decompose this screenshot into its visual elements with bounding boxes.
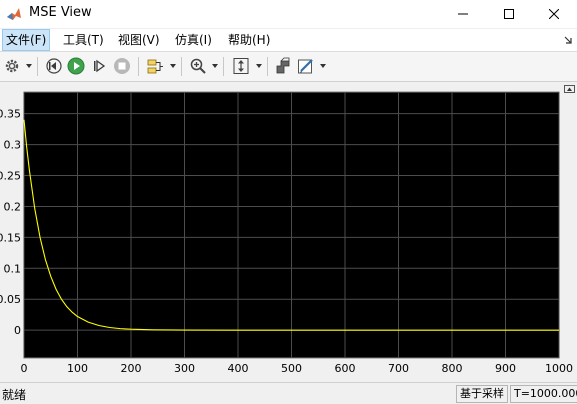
title-bar: MSE View [0,0,577,28]
matlab-logo-icon [7,8,21,20]
status-bar: 就绪 基于采样 T=1000.000 [0,382,577,404]
step-back-button[interactable] [44,56,64,76]
x-tick-label: 400 [228,362,249,375]
toolbar-separator [223,57,224,76]
scope-display: 0 100 200 300 400 500 600 700 800 900 1000 0 0.05 0.1… [0,82,577,382]
sample-mode: 基于采样 [456,385,508,403]
settings-button[interactable] [2,56,22,76]
toolbar [0,52,577,82]
run-icon [67,57,85,75]
x-tick-label: 500 [281,362,302,375]
x-tick-label: 700 [388,362,409,375]
maximize-button[interactable] [486,0,532,28]
y-tick-label: 0.25 [0,170,21,183]
y-tick-label: 0.35 [0,108,21,121]
close-button[interactable] [531,0,577,28]
close-icon [549,9,559,19]
autoscale-dropdown-icon[interactable] [255,62,263,70]
step-forward-icon [94,59,106,73]
step-back-icon [46,58,62,74]
menu-file[interactable]: 文件(F) [2,29,51,51]
minimize-icon [458,13,468,15]
style-dropdown-icon[interactable] [319,62,327,70]
x-tick-label: 200 [121,362,142,375]
y-tick-label: 0.1 [4,262,22,275]
x-tick-label: 300 [174,362,195,375]
step-forward-button[interactable] [89,56,109,76]
style-button[interactable] [296,56,316,76]
x-tick-label: 0 [21,362,28,375]
style-icon [298,59,313,74]
toolbar-separator [37,57,38,76]
x-tick-label: 100 [67,362,88,375]
signal-selector-icon [147,59,163,74]
mse-chart[interactable]: 0 100 200 300 400 500 600 700 800 900 1000 0 0.05 0.1… [0,82,577,382]
zoom-in-icon [190,58,206,74]
undock-icon[interactable] [564,85,575,93]
y-tick-label: 0.2 [4,200,22,213]
autoscale-icon [233,58,249,74]
menu-collapse-icon[interactable] [564,35,573,44]
settings-icon [5,59,19,73]
settings-dropdown-icon[interactable] [25,62,33,70]
toolbar-separator [181,57,182,76]
signal-selector-dropdown-icon[interactable] [169,62,177,70]
stop-icon [114,58,130,74]
menu-simulation[interactable]: 仿真(I) [172,29,215,51]
x-tick-label: 600 [335,362,356,375]
zoom-dropdown-icon[interactable] [211,62,219,70]
x-tick-label: 1000 [545,362,573,375]
stop-button[interactable] [112,56,132,76]
zoom-button[interactable] [188,56,208,76]
status-message: 就绪 [2,388,27,402]
maximize-icon [504,9,514,19]
menu-view[interactable]: 视图(V) [115,29,163,51]
y-tick-label: 0 [14,324,21,337]
y-tick-label: 0.3 [4,139,22,152]
highlight-block-icon [276,57,290,74]
x-tick-label: 800 [442,362,463,375]
minimize-button[interactable] [440,0,486,28]
sim-time: T=1000.000 [510,385,577,403]
toolbar-separator [267,57,268,76]
y-tick-label: 0.05 [0,293,21,306]
menu-help[interactable]: 帮助(H) [225,29,273,51]
menu-bar: 文件(F) 工具(T) 视图(V) 仿真(I) 帮助(H) [0,29,577,52]
menu-tools[interactable]: 工具(T) [60,29,107,51]
window-title: MSE View [29,5,92,20]
run-button[interactable] [66,56,86,76]
signal-selector-button[interactable] [145,56,165,76]
highlight-block-button[interactable] [273,56,293,76]
autoscale-button[interactable] [231,56,251,76]
toolbar-separator [138,57,139,76]
y-tick-label: 0.15 [0,231,21,244]
x-tick-label: 900 [495,362,516,375]
